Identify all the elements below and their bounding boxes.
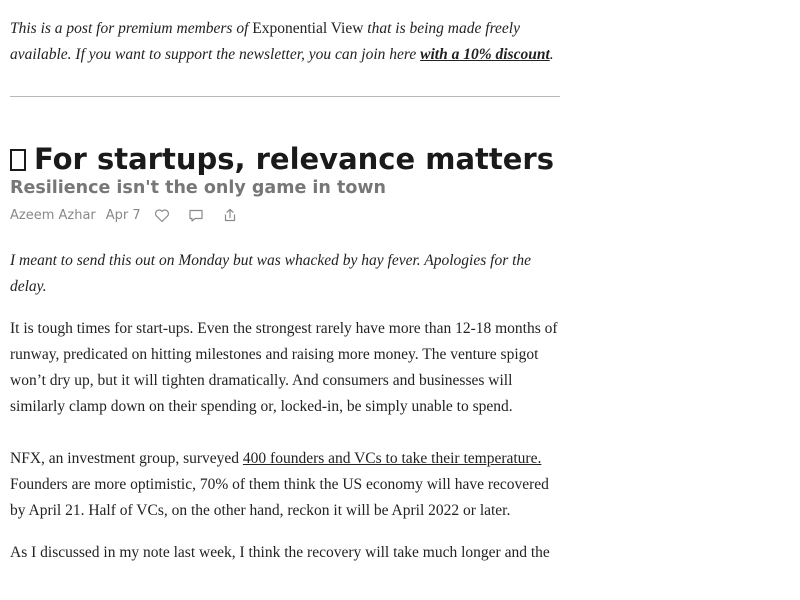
body-paragraph: NFX, an investment group, surveyed 400 f… [10,446,560,524]
post-meta: Azeem Azhar Apr 7 [10,206,560,224]
missing-glyph-icon [10,149,26,171]
post-subtitle: Resilience isn't the only game in town [10,178,386,198]
comment-icon[interactable] [187,206,205,224]
body-paragraph: As I discussed in my note last week, I t… [10,544,550,561]
section-divider [10,96,560,97]
author-name[interactable]: Azeem Azhar [10,208,96,223]
heart-icon[interactable] [153,206,171,224]
share-icon[interactable] [221,206,239,224]
post-body: I meant to send this out on Monday but w… [10,248,560,566]
article: This is a post for premium members of Ex… [10,16,560,566]
apology-paragraph: I meant to send this out on Monday but w… [10,252,532,295]
newsletter-name: Exponential View [252,20,364,37]
intro-text-1: This is a post for premium members of [10,20,253,37]
post-title-text: For startups, relevance matters [34,142,554,176]
paragraph-text: Founders are more optimistic, 70% of the… [10,476,549,519]
post-title: For startups, relevance matters [10,141,560,177]
intro-text-3: . [549,46,554,63]
paragraph-text: NFX, an investment group, surveyed [10,450,243,467]
survey-link[interactable]: 400 founders and VCs to take their tempe… [243,450,541,467]
premium-intro: This is a post for premium members of Ex… [10,16,560,68]
post-date: Apr 7 [105,207,141,223]
body-paragraph: It is tough times for start-ups. Even th… [10,320,558,415]
discount-link[interactable]: with a 10% discount [420,46,550,63]
